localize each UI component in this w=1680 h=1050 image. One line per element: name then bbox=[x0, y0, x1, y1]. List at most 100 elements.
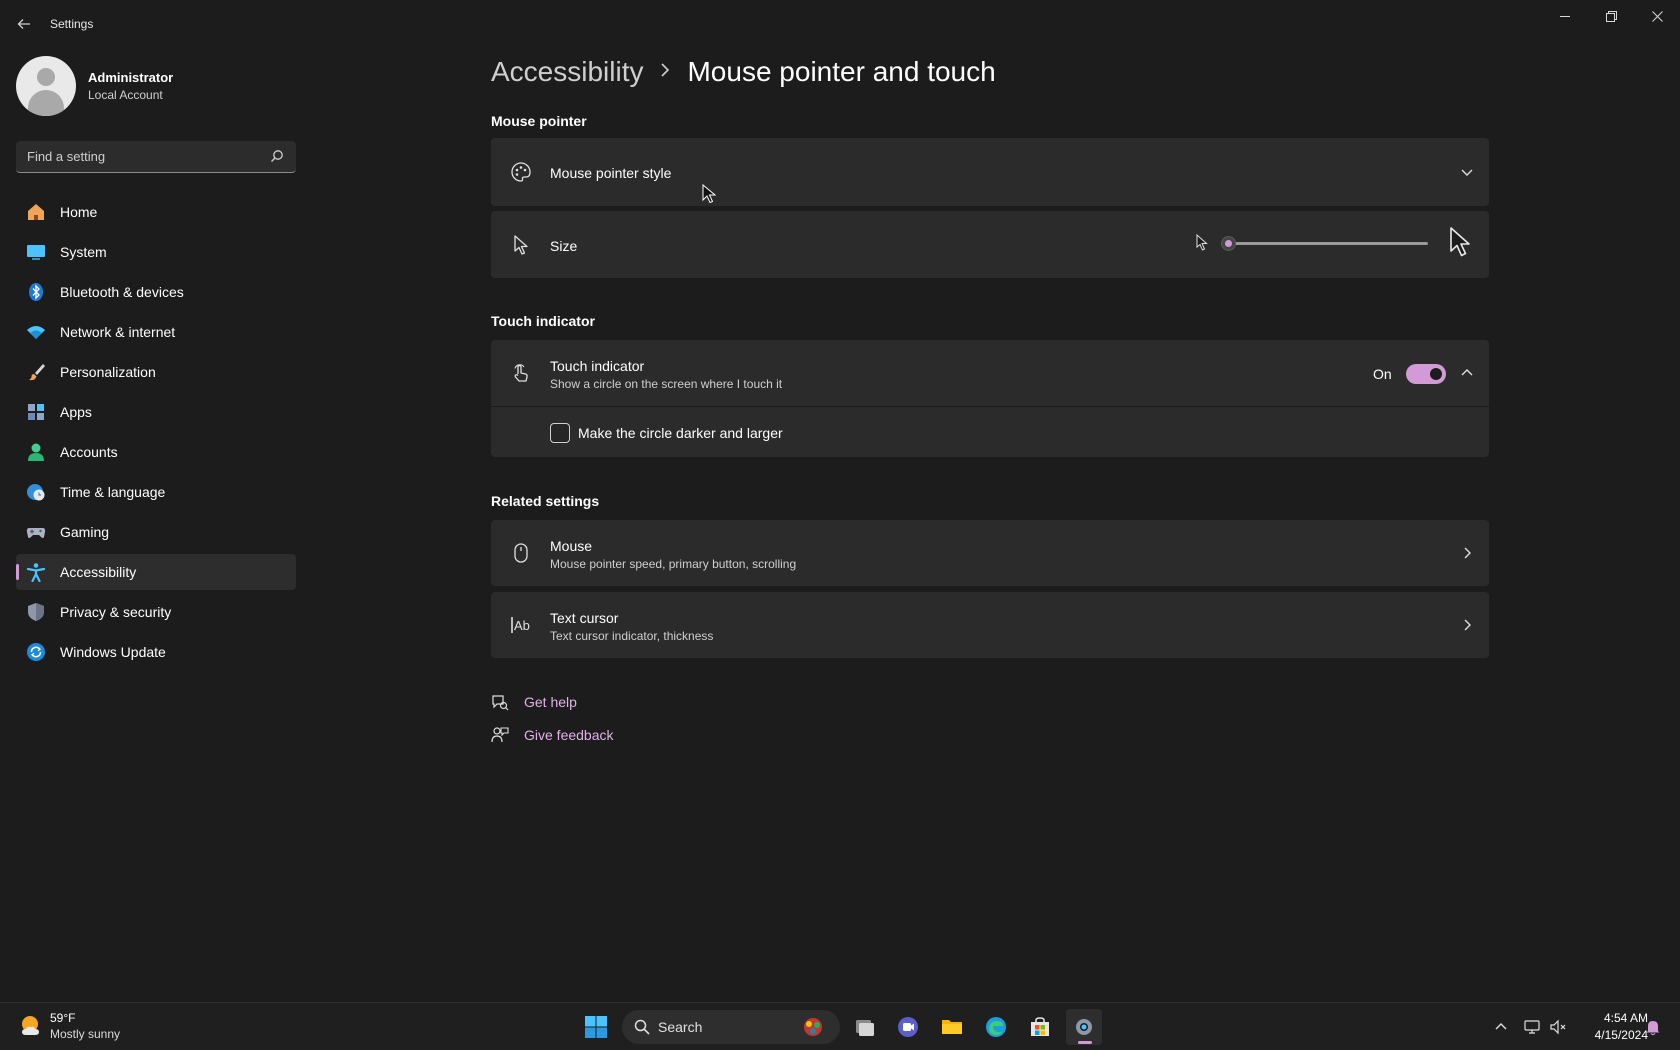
feedback-icon bbox=[491, 726, 509, 744]
close-icon bbox=[1651, 10, 1663, 22]
related-setting-text-cursor[interactable]: Ab Text cursor Text cursor indicator, th… bbox=[491, 592, 1489, 658]
sidebar-item-label: Network & internet bbox=[60, 324, 176, 340]
palette-icon bbox=[509, 160, 533, 184]
sidebar-item-home[interactable]: Home bbox=[16, 194, 296, 230]
get-help-link[interactable]: Get help bbox=[491, 693, 577, 711]
page-title: Mouse pointer and touch bbox=[687, 56, 996, 87]
restore-icon bbox=[1605, 10, 1617, 22]
text-cursor-description: Text cursor indicator, thickness bbox=[550, 629, 714, 643]
edge-icon bbox=[986, 1017, 1006, 1037]
sidebar-nav: Home System Bluetooth & devices Network … bbox=[16, 194, 296, 674]
sidebar-item-label: Accounts bbox=[60, 444, 118, 460]
section-title-touch-indicator: Touch indicator bbox=[491, 313, 595, 329]
search-input[interactable] bbox=[16, 141, 256, 171]
settings-search bbox=[16, 141, 296, 173]
give-feedback-label: Give feedback bbox=[524, 727, 614, 743]
sidebar-item-accessibility[interactable]: Accessibility bbox=[16, 554, 296, 590]
sidebar-item-network[interactable]: Network & internet bbox=[16, 314, 296, 350]
sidebar-item-gaming[interactable]: Gaming bbox=[16, 514, 296, 550]
minimize-icon bbox=[1559, 15, 1570, 17]
sidebar-item-privacy[interactable]: Privacy & security bbox=[16, 594, 296, 630]
globe-clock-icon bbox=[26, 482, 46, 502]
restore-button[interactable] bbox=[1588, 0, 1634, 32]
store-icon bbox=[1031, 1017, 1049, 1036]
accounts-icon bbox=[26, 442, 46, 462]
update-icon bbox=[26, 642, 46, 662]
section-title-mouse-pointer: Mouse pointer bbox=[491, 113, 587, 129]
minimize-button[interactable] bbox=[1542, 0, 1588, 32]
touch-indicator-toggle[interactable] bbox=[1406, 364, 1446, 384]
sidebar-item-system[interactable]: System bbox=[16, 234, 296, 270]
volume-muted-icon[interactable] bbox=[1548, 1017, 1568, 1037]
notification-bell-icon[interactable] bbox=[1643, 1017, 1663, 1037]
search-icon[interactable] bbox=[270, 149, 284, 163]
weather-temperature: 59°F bbox=[50, 1011, 76, 1025]
sidebar-item-label: Bluetooth & devices bbox=[60, 284, 184, 300]
search-highlight-icon bbox=[804, 1018, 822, 1036]
weather-widget[interactable]: 59°F Mostly sunny bbox=[18, 1011, 120, 1041]
network-icon[interactable] bbox=[1522, 1017, 1542, 1037]
profile-name: Administrator bbox=[88, 70, 174, 85]
size-label: Size bbox=[550, 238, 578, 254]
sidebar-item-label: Windows Update bbox=[60, 644, 166, 660]
close-button[interactable] bbox=[1634, 0, 1680, 32]
task-view-icon bbox=[856, 1020, 874, 1036]
title-bar: Settings bbox=[0, 0, 1680, 46]
size-slider-track[interactable] bbox=[1226, 242, 1428, 245]
teams-button[interactable] bbox=[890, 1009, 926, 1045]
gamepad-icon bbox=[26, 522, 46, 542]
taskbar-search-label: Search bbox=[658, 1019, 703, 1035]
file-explorer-button[interactable] bbox=[934, 1009, 970, 1045]
profile-account-type: Local Account bbox=[88, 88, 163, 102]
back-button[interactable] bbox=[12, 12, 36, 36]
sidebar-item-bluetooth[interactable]: Bluetooth & devices bbox=[16, 274, 296, 310]
weather-description: Mostly sunny bbox=[50, 1027, 121, 1041]
mouse-description: Mouse pointer speed, primary button, scr… bbox=[550, 557, 797, 571]
clock-date: 4/15/2024 bbox=[1594, 1028, 1648, 1042]
sidebar-item-label: Time & language bbox=[60, 484, 166, 500]
chevron-up-icon[interactable] bbox=[1459, 365, 1475, 381]
settings-taskbar-button[interactable] bbox=[1066, 1009, 1102, 1045]
sidebar-item-time-language[interactable]: Time & language bbox=[16, 474, 296, 510]
user-profile[interactable]: Administrator Local Account bbox=[16, 56, 173, 116]
taskbar: 59°F Mostly sunny Search 4:54 AM 4/15/20… bbox=[0, 1002, 1680, 1050]
touch-indicator-title: Touch indicator bbox=[550, 358, 645, 374]
size-card: Size bbox=[491, 211, 1489, 278]
sidebar-item-windows-update[interactable]: Windows Update bbox=[16, 634, 296, 670]
sidebar-item-label: Home bbox=[60, 204, 98, 220]
gear-icon bbox=[1076, 1019, 1092, 1035]
task-view-button[interactable] bbox=[847, 1009, 883, 1045]
mouse-cursor-icon bbox=[702, 184, 716, 204]
chevron-right-icon bbox=[1459, 545, 1475, 561]
edge-button[interactable] bbox=[978, 1009, 1014, 1045]
shield-icon bbox=[26, 602, 46, 622]
get-help-label: Get help bbox=[524, 694, 577, 710]
darker-larger-checkbox[interactable] bbox=[550, 423, 570, 443]
avatar bbox=[16, 56, 76, 116]
mouse-pointer-style-card[interactable]: Mouse pointer style bbox=[491, 138, 1489, 206]
sidebar-item-personalization[interactable]: Personalization bbox=[16, 354, 296, 390]
size-slider-thumb[interactable] bbox=[1221, 236, 1236, 251]
section-title-related-settings: Related settings bbox=[491, 493, 600, 509]
taskbar-search[interactable]: Search bbox=[622, 1010, 840, 1044]
chevron-down-icon[interactable] bbox=[1459, 164, 1475, 180]
small-pointer-icon bbox=[1196, 233, 1208, 257]
text-cursor-title: Text cursor bbox=[550, 610, 619, 626]
related-setting-mouse[interactable]: Mouse Mouse pointer speed, primary butto… bbox=[491, 520, 1489, 586]
taskbar-clock[interactable]: 4:54 AM 4/15/2024 bbox=[1578, 1011, 1648, 1042]
sidebar-item-accounts[interactable]: Accounts bbox=[16, 434, 296, 470]
teams-icon bbox=[898, 1017, 918, 1037]
apps-icon bbox=[26, 402, 46, 422]
store-button[interactable] bbox=[1022, 1009, 1058, 1045]
give-feedback-link[interactable]: Give feedback bbox=[491, 726, 614, 744]
sun-cloud-icon bbox=[18, 1013, 44, 1039]
chevron-right-icon bbox=[659, 61, 671, 84]
breadcrumb-parent[interactable]: Accessibility bbox=[491, 56, 643, 88]
sidebar-item-apps[interactable]: Apps bbox=[16, 394, 296, 430]
start-button[interactable] bbox=[578, 1009, 614, 1045]
app-title: Settings bbox=[50, 17, 94, 31]
touch-indicator-card[interactable]: Touch indicator Show a circle on the scr… bbox=[491, 340, 1489, 406]
clock-time: 4:54 AM bbox=[1603, 1011, 1648, 1025]
chevron-up-icon[interactable] bbox=[1491, 1017, 1511, 1037]
touch-icon bbox=[509, 361, 533, 385]
